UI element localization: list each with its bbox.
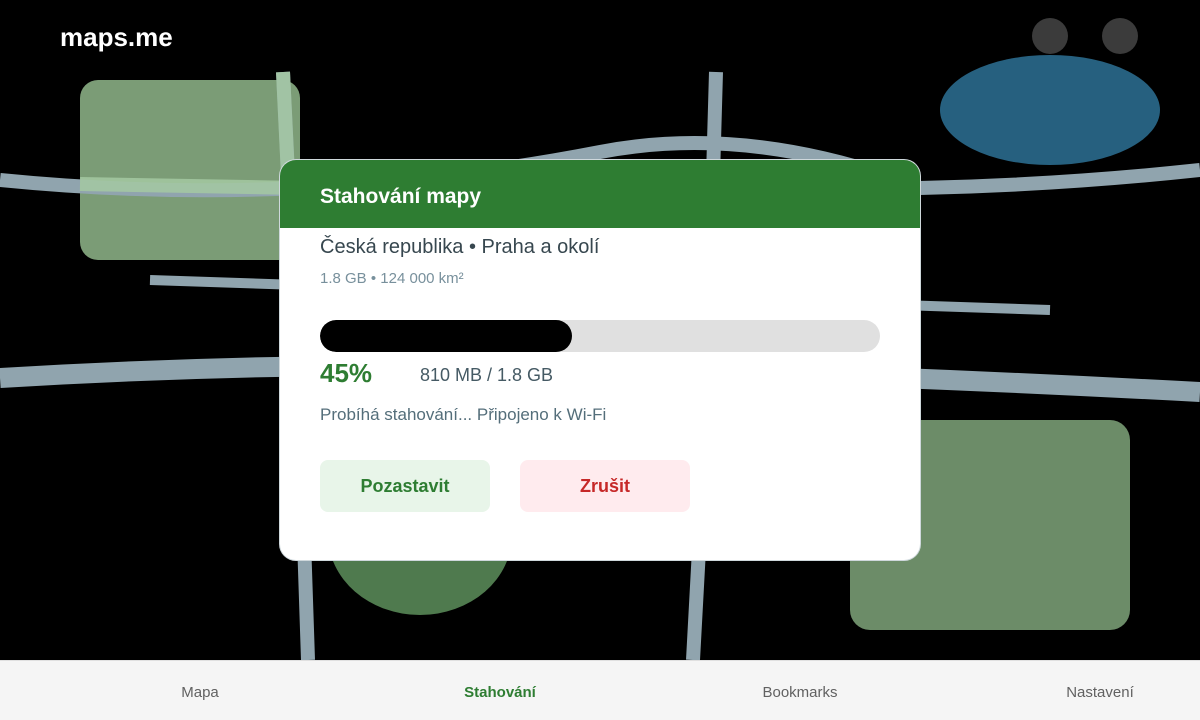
dialog-title: Stahování mapy — [320, 185, 482, 208]
pause-button[interactable]: Pozastavit — [320, 460, 490, 512]
nav-item-downloads[interactable]: Stahování — [420, 661, 580, 720]
map-control-button[interactable] — [1032, 18, 1068, 54]
app-screen: maps.me Stahování mapy Česká republika •… — [0, 0, 1200, 720]
nav-item-bookmarks[interactable]: Bookmarks — [720, 661, 880, 720]
nav-item-settings[interactable]: Nastavení — [1020, 661, 1180, 720]
download-progress-bar — [320, 320, 880, 352]
map-park-area — [80, 80, 300, 260]
region-meta: 1.8 GB • 124 000 km² — [320, 270, 464, 287]
map-road-highlight — [79, 177, 301, 195]
map-control-button[interactable] — [1102, 18, 1138, 54]
app-title: maps.me — [60, 22, 173, 52]
download-dialog: Stahování mapy Česká republika • Praha a… — [280, 160, 920, 560]
progress-percent: 45% — [320, 358, 373, 388]
cancel-button[interactable]: Zrušit — [520, 460, 690, 512]
download-progress-fill — [320, 320, 572, 352]
bottom-navigation: Mapa Stahování Bookmarks Nastavení — [0, 660, 1200, 720]
region-name: Česká republika • Praha a okolí — [320, 236, 600, 258]
nav-item-map[interactable]: Mapa — [120, 661, 280, 720]
progress-size: 810 MB / 1.8 GB — [420, 365, 554, 385]
download-status: Probíhá stahování... Připojeno k Wi-Fi — [320, 405, 607, 424]
dialog-header: Stahování mapy — [280, 160, 920, 228]
map-water-area — [940, 55, 1160, 165]
